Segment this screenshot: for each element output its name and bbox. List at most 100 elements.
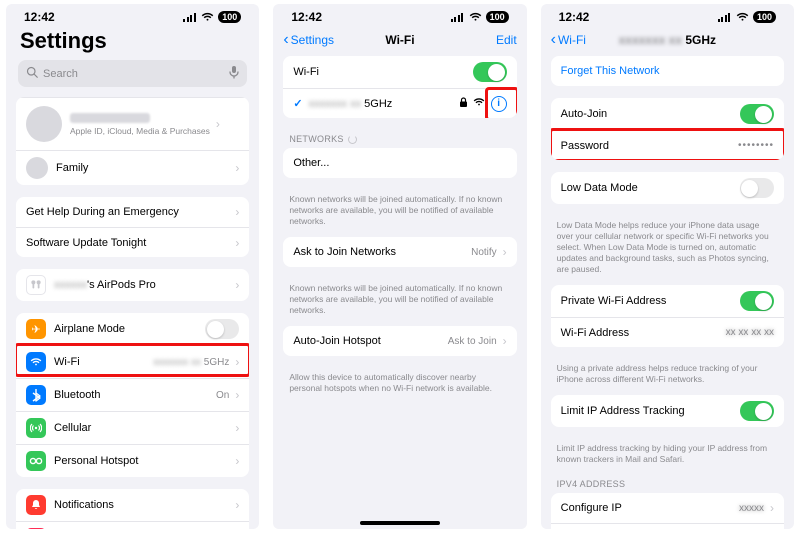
airpods-icon — [26, 275, 46, 295]
wifi-signal-icon — [201, 12, 214, 22]
search-input[interactable]: Search — [18, 60, 247, 87]
chevron-right-icon: › — [216, 117, 220, 131]
low-data-toggle[interactable] — [740, 178, 774, 198]
chevron-right-icon: › — [235, 355, 239, 369]
battery-icon: 100 — [486, 11, 509, 24]
cellular-icon — [26, 418, 46, 438]
wifi-toggle-row[interactable]: Wi-Fi — [283, 56, 516, 88]
cellular-signal-icon — [718, 12, 732, 22]
page-title: Settings — [6, 26, 259, 60]
other-network-row[interactable]: Other... — [283, 148, 516, 178]
chevron-right-icon: › — [235, 236, 239, 250]
info-icon[interactable]: i — [491, 96, 507, 112]
wifi-list-screen: 12:42 100 ‹ Settings Wi-Fi Edit Wi-Fi ✓ … — [273, 4, 526, 529]
spinner-icon — [348, 135, 357, 144]
chevron-right-icon: › — [235, 454, 239, 468]
forget-network-row[interactable]: Forget This Network — [551, 56, 784, 86]
airplane-toggle[interactable] — [205, 319, 239, 339]
low-data-row[interactable]: Low Data Mode — [551, 172, 784, 204]
low-data-caption: Low Data Mode helps reduce your iPhone d… — [541, 216, 794, 285]
wifi-signal-icon — [469, 12, 482, 22]
airplane-mode-row[interactable]: ✈ Airplane Mode — [16, 313, 249, 345]
status-bar: 12:42 100 — [541, 4, 794, 26]
chevron-right-icon: › — [235, 388, 239, 402]
apple-id-name — [70, 113, 150, 123]
apple-id-caption: Apple ID, iCloud, Media & Purchases — [70, 126, 210, 136]
auto-hotspot-row[interactable]: Auto-Join Hotspot Ask to Join › — [283, 326, 516, 356]
checkmark-icon: ✓ — [293, 97, 302, 110]
family-label: Family — [56, 162, 88, 174]
chevron-right-icon: › — [235, 498, 239, 512]
limit-ip-row[interactable]: Limit IP Address Tracking — [551, 395, 784, 427]
chevron-left-icon: ‹ — [283, 32, 288, 48]
auto-join-toggle[interactable] — [740, 104, 774, 124]
software-update-row[interactable]: Software Update Tonight › — [16, 227, 249, 257]
search-icon — [26, 66, 38, 81]
wifi-toggle[interactable] — [473, 62, 507, 82]
avatar — [26, 106, 62, 142]
status-time: 12:42 — [559, 10, 590, 24]
airplane-icon: ✈ — [26, 319, 46, 339]
bluetooth-icon — [26, 385, 46, 405]
wifi-icon — [26, 352, 46, 372]
private-caption: Using a private address helps reduce tra… — [541, 359, 794, 395]
cellular-signal-icon — [183, 12, 197, 22]
apple-id-row[interactable]: Apple ID, iCloud, Media & Purchases › — [16, 97, 249, 150]
sounds-row[interactable]: Sounds & Haptics › — [16, 521, 249, 529]
current-network-row[interactable]: ✓ xxxxxxx xx 5GHz i — [283, 88, 516, 118]
wifi-row[interactable]: Wi-Fi xxxxxxx xx 5GHz › — [16, 345, 249, 378]
family-row[interactable]: Family › — [16, 150, 249, 185]
networks-caption: Known networks will be joined automatica… — [273, 190, 526, 237]
auto-hotspot-caption: Allow this device to automatically disco… — [273, 368, 526, 404]
airpods-row[interactable]: xxxxxx's AirPods Pro › — [16, 269, 249, 301]
status-bar: 12:42 100 — [6, 4, 259, 26]
configure-ip-row[interactable]: Configure IP xxxxx› — [551, 493, 784, 523]
chevron-right-icon: › — [235, 205, 239, 219]
ip-address-row[interactable]: IP Address xxx xxx — [551, 523, 784, 529]
cellular-signal-icon — [451, 12, 465, 22]
auto-join-row[interactable]: Auto-Join — [551, 98, 784, 130]
ipv4-header: IPV4 ADDRESS — [541, 475, 794, 493]
back-button[interactable]: ‹ Wi-Fi — [551, 32, 586, 48]
chevron-right-icon: › — [503, 334, 507, 348]
family-icon — [26, 157, 48, 179]
chevron-right-icon: › — [235, 421, 239, 435]
back-button[interactable]: ‹ Settings — [283, 32, 334, 48]
battery-icon: 100 — [218, 11, 241, 24]
lock-icon — [459, 97, 468, 111]
ask-join-caption: Known networks will be joined automatica… — [273, 279, 526, 326]
cellular-row[interactable]: Cellular › — [16, 411, 249, 444]
wifi-signal-icon — [473, 97, 485, 110]
emergency-help-row[interactable]: Get Help During an Emergency › — [16, 197, 249, 227]
wifi-detail-screen: 12:42 100 ‹ Wi-Fi xxxxxxx xx 5GHz Forget… — [541, 4, 794, 529]
password-row[interactable]: Password •••••••• — [551, 130, 784, 160]
chevron-right-icon: › — [235, 278, 239, 292]
wifi-signal-icon — [736, 12, 749, 22]
limit-caption: Limit IP address tracking by hiding your… — [541, 439, 794, 475]
notifications-row[interactable]: Notifications › — [16, 489, 249, 521]
hotspot-row[interactable]: Personal Hotspot › — [16, 444, 249, 477]
limit-ip-toggle[interactable] — [740, 401, 774, 421]
bell-icon — [26, 495, 46, 515]
wifi-address-row[interactable]: Wi-Fi Address xx xx xx xx — [551, 317, 784, 347]
status-bar: 12:42 100 — [273, 4, 526, 26]
status-time: 12:42 — [291, 10, 322, 24]
chevron-left-icon: ‹ — [551, 32, 556, 48]
chevron-right-icon: › — [770, 501, 774, 515]
hotspot-icon — [26, 451, 46, 471]
mic-icon[interactable] — [229, 65, 239, 82]
chevron-right-icon: › — [235, 161, 239, 175]
status-time: 12:42 — [24, 10, 55, 24]
settings-screen: 12:42 100 Settings Search Apple ID, — [6, 4, 259, 529]
search-placeholder: Search — [43, 68, 78, 80]
battery-icon: 100 — [753, 11, 776, 24]
home-indicator[interactable] — [360, 521, 440, 525]
ask-join-row[interactable]: Ask to Join Networks Notify › — [283, 237, 516, 267]
networks-header: NETWORKS — [273, 130, 526, 148]
bluetooth-row[interactable]: Bluetooth On › — [16, 378, 249, 411]
speaker-icon — [26, 528, 46, 529]
chevron-right-icon: › — [503, 245, 507, 259]
private-address-toggle[interactable] — [740, 291, 774, 311]
edit-button[interactable]: Edit — [496, 33, 517, 47]
private-address-row[interactable]: Private Wi-Fi Address — [551, 285, 784, 317]
